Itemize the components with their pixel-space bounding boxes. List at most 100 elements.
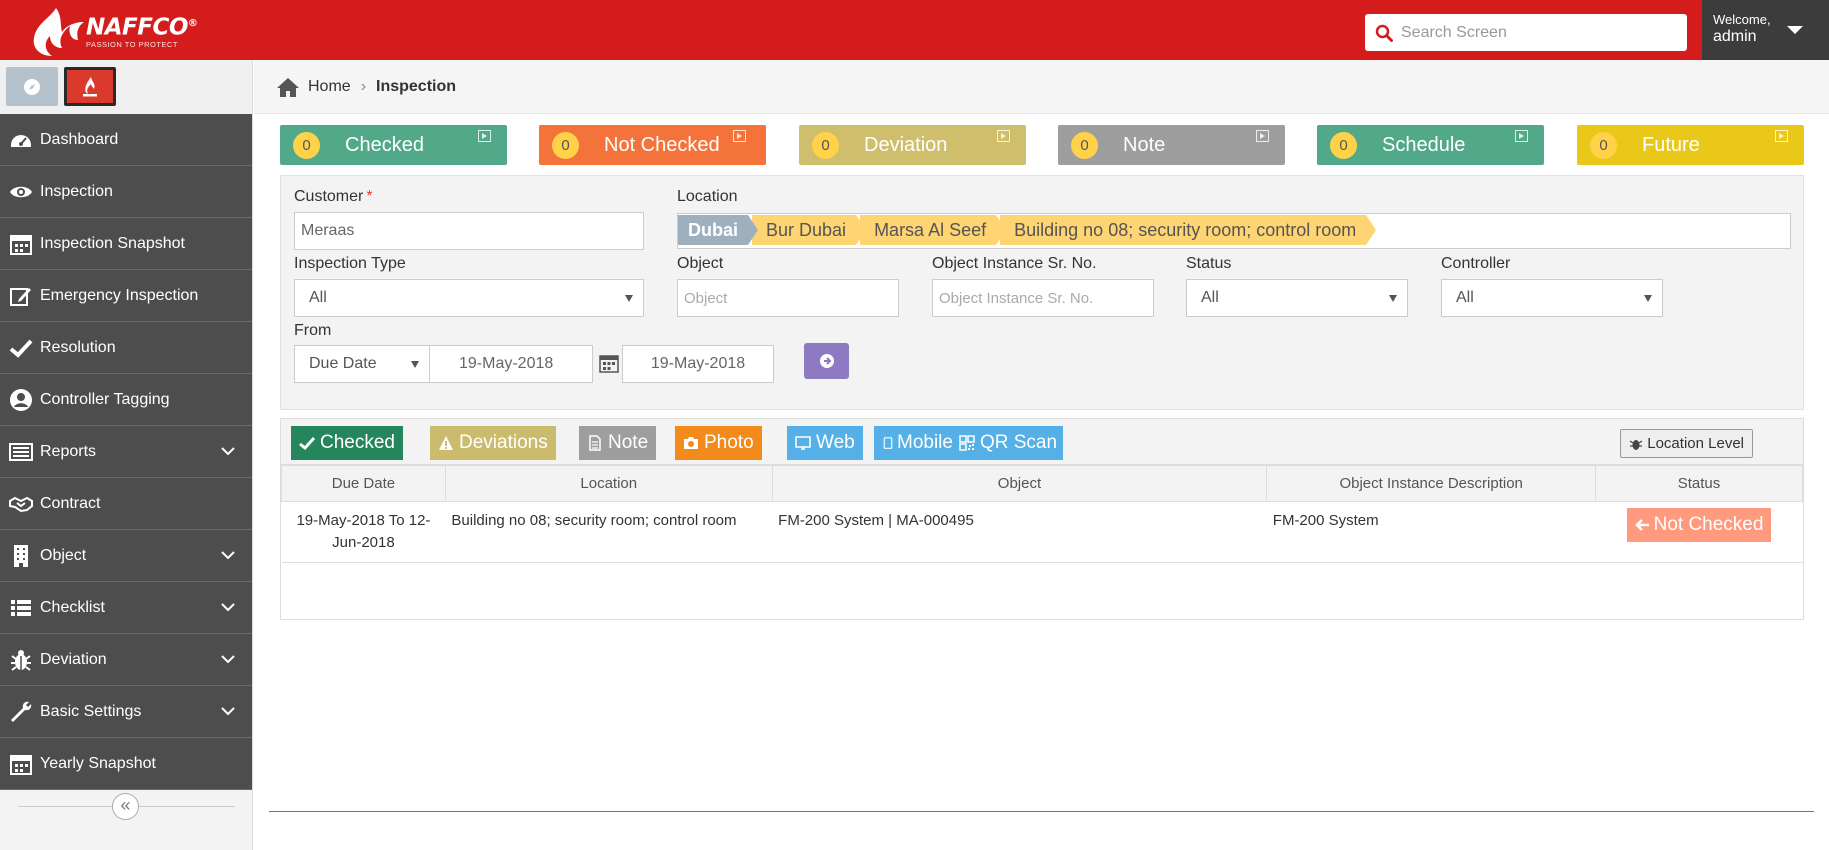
- sidebar-item-emergency-inspection[interactable]: Emergency Inspection: [0, 270, 252, 322]
- tile-schedule[interactable]: 0 Schedule: [1317, 125, 1544, 165]
- tile-checked[interactable]: 0 Checked: [280, 125, 507, 165]
- sidebar-item-label: Controller Tagging: [40, 390, 170, 408]
- expand-icon[interactable]: [1775, 130, 1788, 142]
- breadcrumb-separator-icon: ›: [360, 77, 367, 95]
- main-content: Home › Inspection 0 Checked 0 Not Checke…: [254, 60, 1829, 850]
- table-row[interactable]: 19-May-2018 To 12-Jun-2018 Building no 0…: [281, 501, 1803, 563]
- status-tiles: 0 Checked 0 Not Checked 0 Deviation 0 No…: [280, 125, 1804, 167]
- customer-field[interactable]: Meraas: [294, 212, 644, 250]
- sidebar-item-dashboard[interactable]: Dashboard: [0, 114, 252, 166]
- chevron-down-icon[interactable]: [220, 599, 236, 615]
- tile-future[interactable]: 0 Future: [1577, 125, 1804, 165]
- naffco-logo[interactable]: NAFFCO® PASSION TO PROTECT: [26, 4, 226, 58]
- note-filter-button[interactable]: Note: [579, 426, 657, 460]
- sidebar-item-basic-settings[interactable]: Basic Settings: [0, 686, 252, 738]
- expand-icon[interactable]: [733, 130, 746, 142]
- chevron-down-icon[interactable]: [220, 651, 236, 667]
- date-from-input[interactable]: 19-May-2018: [429, 345, 593, 383]
- expand-icon[interactable]: [997, 130, 1010, 142]
- sidebar-item-inspection-snapshot[interactable]: Inspection Snapshot: [0, 218, 252, 270]
- results-panel: Checked Deviations Note Photo Web Mobile: [280, 418, 1804, 620]
- sidebar-item-object[interactable]: Object: [0, 530, 252, 582]
- user-menu[interactable]: Welcome, admin: [1702, 0, 1829, 60]
- checked-filter-button[interactable]: Checked: [291, 426, 403, 460]
- handshake-icon: [9, 496, 33, 512]
- not-checked-status-button[interactable]: Not Checked: [1626, 508, 1772, 542]
- flame-logo-icon: [33, 8, 84, 56]
- instance-cell: FM-200 System: [1266, 501, 1596, 563]
- fire-button[interactable]: [64, 67, 116, 106]
- caret-down-icon[interactable]: [1787, 26, 1803, 34]
- user-name: admin: [1713, 28, 1757, 45]
- sidebar-item-label: Resolution: [40, 338, 116, 356]
- column-header[interactable]: Due Date: [281, 465, 446, 502]
- arrow-right-circle-icon: [819, 354, 834, 368]
- instance-input[interactable]: Object Instance Sr. No.: [932, 279, 1154, 317]
- tile-note[interactable]: 0 Note: [1058, 125, 1285, 165]
- tile-deviation[interactable]: 0 Deviation: [799, 125, 1026, 165]
- column-header[interactable]: Status: [1595, 465, 1803, 502]
- logo-name: NAFFCO®: [86, 14, 198, 41]
- chevron-down-icon[interactable]: [220, 703, 236, 719]
- column-header[interactable]: Location: [444, 465, 773, 502]
- status-select[interactable]: All: [1186, 279, 1408, 317]
- controller-select[interactable]: All: [1441, 279, 1663, 317]
- sidebar-collapse-row: «: [0, 784, 253, 830]
- mobile-icon: [883, 437, 893, 449]
- calendar-icon: [10, 754, 32, 775]
- web-filter-button[interactable]: Web: [787, 426, 863, 460]
- compass-button[interactable]: [6, 67, 58, 106]
- inspection-type-select[interactable]: All: [294, 279, 644, 317]
- sidebar-item-checklist[interactable]: Checklist: [0, 582, 252, 634]
- column-header[interactable]: Object: [771, 465, 1268, 502]
- search-input[interactable]: [1401, 23, 1671, 42]
- sidebar-item-label: Deviation: [40, 650, 107, 668]
- breadcrumb-home-link[interactable]: Home: [308, 78, 351, 96]
- expand-icon[interactable]: [478, 130, 491, 142]
- sidebar-item-resolution[interactable]: Resolution: [0, 322, 252, 374]
- calendar-icon: [10, 234, 32, 255]
- dashboard-icon: [11, 134, 31, 147]
- sidebar-item-reports[interactable]: Reports: [0, 426, 252, 478]
- collapse-sidebar-button[interactable]: «: [112, 793, 139, 820]
- controller-label: Controller: [1441, 255, 1511, 272]
- dropdown-arrow-icon: [411, 361, 419, 368]
- mobile-qr-filter-button[interactable]: Mobile QR Scan: [874, 426, 1064, 460]
- sidebar-item-controller-tagging[interactable]: Controller Tagging: [0, 374, 252, 426]
- search-go-button[interactable]: [804, 343, 849, 379]
- chevron-down-icon[interactable]: [220, 547, 236, 563]
- sidebar-item-deviation[interactable]: Deviation: [0, 634, 252, 686]
- location-level-button[interactable]: Location Level: [1620, 429, 1753, 458]
- edit-icon: [10, 287, 31, 306]
- search-box[interactable]: [1365, 14, 1687, 51]
- location-path-field[interactable]: Dubai Bur Dubai Marsa Al Seef Building n…: [677, 213, 1791, 249]
- home-icon[interactable]: [276, 76, 300, 98]
- calendar-icon[interactable]: [599, 353, 619, 373]
- deviations-filter-button[interactable]: Deviations: [430, 426, 556, 460]
- sidebar-item-inspection[interactable]: Inspection: [0, 166, 252, 218]
- location-chip[interactable]: Bur Dubai: [752, 215, 867, 245]
- sidebar-item-label: Reports: [40, 442, 97, 460]
- logo-tagline: PASSION TO PROTECT: [86, 39, 178, 49]
- sidebar-item-label: Object: [40, 546, 87, 564]
- sidebar-item-yearly-snapshot[interactable]: Yearly Snapshot: [0, 738, 252, 790]
- location-chip[interactable]: Building no 08; security room; control r…: [1000, 215, 1377, 245]
- tile-not-checked[interactable]: 0 Not Checked: [539, 125, 766, 165]
- tile-count: 0: [812, 131, 839, 159]
- expand-icon[interactable]: [1515, 130, 1528, 142]
- location-chip[interactable]: Dubai: [678, 215, 759, 245]
- object-input[interactable]: Object: [677, 279, 899, 317]
- expand-icon[interactable]: [1256, 130, 1269, 142]
- due-date-cell: 19-May-2018 To 12-Jun-2018: [281, 501, 446, 563]
- object-cell: FM-200 System | MA-000495: [772, 501, 1267, 563]
- chevron-down-icon[interactable]: [220, 443, 236, 459]
- object-label: Object: [677, 255, 724, 272]
- column-header[interactable]: Object Instance Description: [1266, 465, 1597, 502]
- location-chip[interactable]: Marsa Al Seef: [860, 215, 1007, 245]
- date-to-input[interactable]: 19-May-2018: [622, 345, 774, 383]
- photo-filter-button[interactable]: Photo: [675, 426, 762, 460]
- sidebar-item-label: Inspection Snapshot: [40, 234, 185, 252]
- sidebar-item-contract[interactable]: Contract: [0, 478, 252, 530]
- warning-icon: [439, 436, 453, 450]
- date-type-select[interactable]: Due Date: [294, 345, 430, 383]
